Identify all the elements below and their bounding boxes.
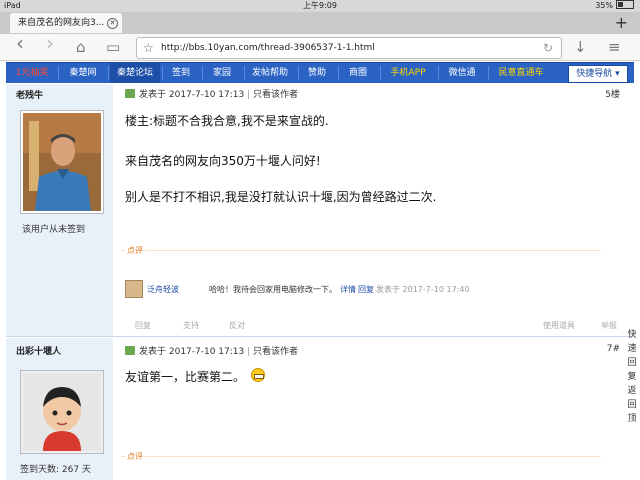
commenter-name[interactable]: 泛舟轻波 [147,284,179,295]
nav-item-lottery[interactable]: 1元抽奖 [10,63,54,83]
nav-item-app[interactable]: 手机APP [382,63,434,83]
avatar[interactable] [20,110,104,214]
battery-icon [616,0,634,9]
post-author-panel: 出彩十堰人 签到天数: 267 天 [6,338,113,480]
author-name[interactable]: 出彩十堰人 [16,344,61,357]
close-icon[interactable]: ✕ [107,18,118,29]
signin-status: 该用户从未签到 [22,225,86,235]
battery-text: 35% [595,1,613,10]
post-time: 发表于 2017-7-10 17:13 [139,90,245,100]
comment-time: 发表于 2017-7-10 17:40 [376,285,470,294]
menu-icon[interactable]: ≡ [608,38,621,56]
thread-page: 老残牛 该用户从未签到 发表于 2017-7-10 17:13 | 只看该作者 … [6,84,634,480]
nav-item-home[interactable]: 家园 [204,63,240,83]
nav-item-direct[interactable]: 民意直通车 [490,63,552,83]
comment-bar: 点评 [121,244,601,258]
site-nav: 1元抽奖 秦楚网 秦楚论坛 签到 家园 发帖帮助 赞助 商圈 手机APP 微信通… [6,62,634,83]
nav-item-signin[interactable]: 签到 [164,63,198,83]
refresh-icon[interactable]: ↻ [543,38,553,58]
comment-bar: 点评 [121,450,601,464]
only-author-link[interactable]: 只看该作者 [253,90,298,100]
post-time: 发表于 2017-7-10 17:13 [139,347,245,357]
post-meta: 发表于 2017-7-10 17:13 | 只看该作者 [125,87,298,100]
url-text[interactable]: http://bbs.10yan.com/thread-3906537-1-1.… [161,38,375,58]
nav-item-qinchu-net[interactable]: 秦楚网 [62,63,104,83]
address-bar[interactable]: ☆ http://bbs.10yan.com/thread-3906537-1-… [136,37,562,59]
comment-label[interactable]: 点评 [125,450,145,464]
tabs-icon[interactable]: ▭ [106,38,120,56]
use-item-button[interactable]: 使用道具 [543,320,575,331]
post-divider [6,336,634,337]
online-icon [125,89,135,98]
forward-icon[interactable]: › [46,33,54,53]
post-body: 友谊第一，比赛第二。 [125,368,265,385]
comment-text: 哈哈！我待会回家用电脑修改一下。 [209,285,337,294]
report-button[interactable]: 举报 [601,320,617,331]
tab-title: 来自茂名的网友向3... [18,18,105,28]
nav-item-forum[interactable]: 秦楚论坛 [110,63,160,83]
browser-tab[interactable]: 来自茂名的网友向3... ✕ [10,13,122,33]
online-icon [125,346,135,355]
post-line: 来自茂名的网友向350万十堰人问好! [125,154,321,168]
nav-item-sponsor[interactable]: 赞助 [300,63,334,83]
comment-label[interactable]: 点评 [125,244,145,258]
comment-reply-link[interactable]: 回复 [358,284,374,295]
post-content: 发表于 2017-7-10 17:13 | 只看该作者 7# 友谊第一，比赛第二… [113,338,634,480]
grin-emoji-icon [250,368,265,382]
author-name[interactable]: 老残牛 [16,88,43,101]
download-icon[interactable]: ↓ [574,38,587,56]
quick-reply-back-to-top[interactable]: 快速回复返回顶 [626,328,638,426]
nav-item-wechat[interactable]: 微信通 [440,63,484,83]
post-line: 别人是不打不相识,我是没打就认识十堰,因为曾经路过二次. [125,190,437,204]
commenter-avatar[interactable] [125,280,143,298]
floor-number: 5楼 [605,90,620,100]
floor-number: 7# [606,344,620,354]
oppose-button[interactable]: 反对 [229,320,245,331]
nav-item-help[interactable]: 发帖帮助 [246,63,294,83]
back-icon[interactable]: ‹ [16,33,24,53]
comment-detail-link[interactable]: 详情 [340,284,356,295]
post-line: 楼主:标题不合我合意,我不是来宣战的. [125,114,329,128]
nav-item-shop[interactable]: 商圈 [340,63,376,83]
quick-nav-dropdown[interactable]: 快捷导航 ▾ [568,65,628,83]
signin-days: 签到天数: 267 天 [20,465,91,475]
post-meta: 发表于 2017-7-10 17:13 | 只看该作者 [125,344,298,357]
avatar[interactable] [20,370,104,454]
post-line: 友谊第一，比赛第二。 [125,370,246,384]
clock: 上午9:09 [303,1,337,10]
status-bar: iPad 上午9:09 35% [0,0,640,12]
battery-indicator: 35% [595,0,634,12]
reply-button[interactable]: 回复 [135,320,151,331]
post-author-panel: 老残牛 该用户从未签到 [6,84,113,336]
home-icon[interactable]: ⌂ [76,38,86,56]
only-author-link[interactable]: 只看该作者 [253,347,298,357]
post-body: 楼主:标题不合我合意,我不是来宣战的. 来自茂名的网友向350万十堰人问好! 别… [125,112,436,205]
support-button[interactable]: 支持 [183,320,199,331]
post-content: 发表于 2017-7-10 17:13 | 只看该作者 5楼 楼主:标题不合我合… [113,84,634,336]
new-tab-icon[interactable]: + [615,13,628,33]
bookmark-star-icon[interactable]: ☆ [143,38,154,58]
